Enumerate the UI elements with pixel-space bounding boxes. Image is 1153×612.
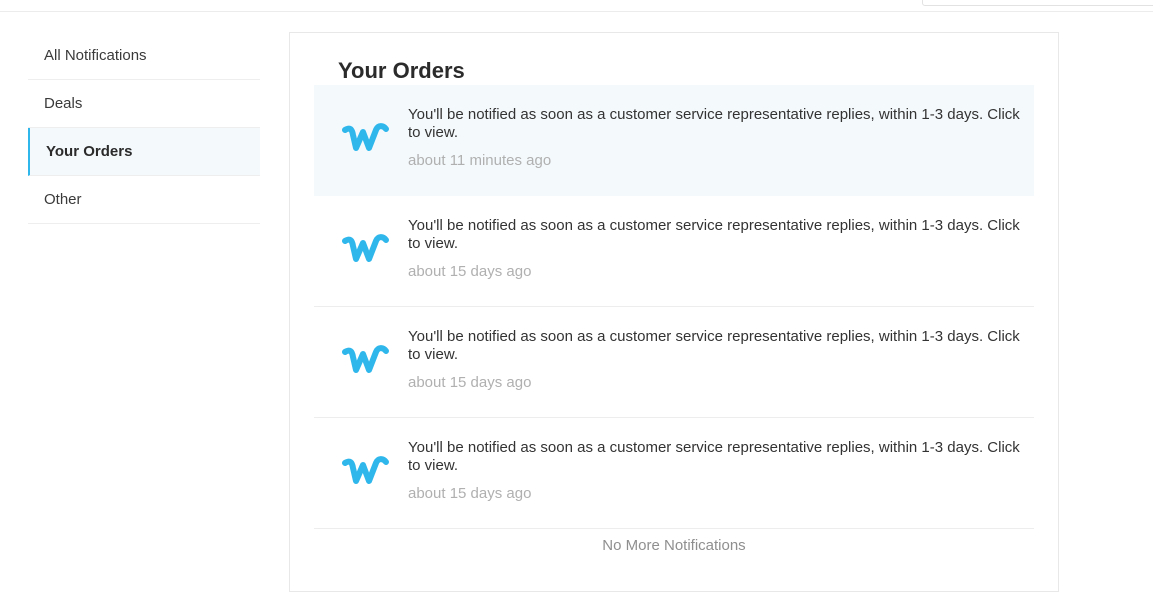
sidebar-item-your-orders[interactable]: Your Orders [28,128,260,176]
notification-item[interactable]: You'll be notified as soon as a customer… [314,196,1034,307]
notification-timestamp: about 15 days ago [408,485,532,502]
notification-timestamp: about 15 days ago [408,374,532,391]
notification-sidebar: All Notifications Deals Your Orders Othe… [28,32,260,224]
sidebar-item-all-notifications[interactable]: All Notifications [28,32,260,80]
notification-item[interactable]: You'll be notified as soon as a customer… [314,418,1034,529]
notification-item[interactable]: You'll be notified as soon as a customer… [314,307,1034,418]
sidebar-item-other[interactable]: Other [28,176,260,224]
no-more-notifications-label: No More Notifications [602,537,746,554]
page-title: Your Orders [338,58,465,83]
notification-item[interactable]: You'll be notified as soon as a customer… [314,85,1034,196]
search-input[interactable] [922,0,1153,6]
notification-timestamp: about 11 minutes ago [408,152,552,169]
notification-message: You'll be notified as soon as a customer… [408,106,1020,141]
notification-timestamp: about 15 days ago [408,263,532,280]
wish-logo-icon [342,345,389,373]
notification-message: You'll be notified as soon as a customer… [408,328,1020,363]
sidebar-item-deals[interactable]: Deals [28,80,260,128]
wish-logo-icon [342,234,389,262]
notifications-panel: Your Orders You'll be notified as soon a… [289,32,1059,592]
wish-logo-icon [342,456,389,484]
notification-message: You'll be notified as soon as a customer… [408,439,1020,474]
notification-message: You'll be notified as soon as a customer… [408,217,1020,252]
top-bar [0,0,1153,12]
wish-logo-icon [342,123,389,151]
